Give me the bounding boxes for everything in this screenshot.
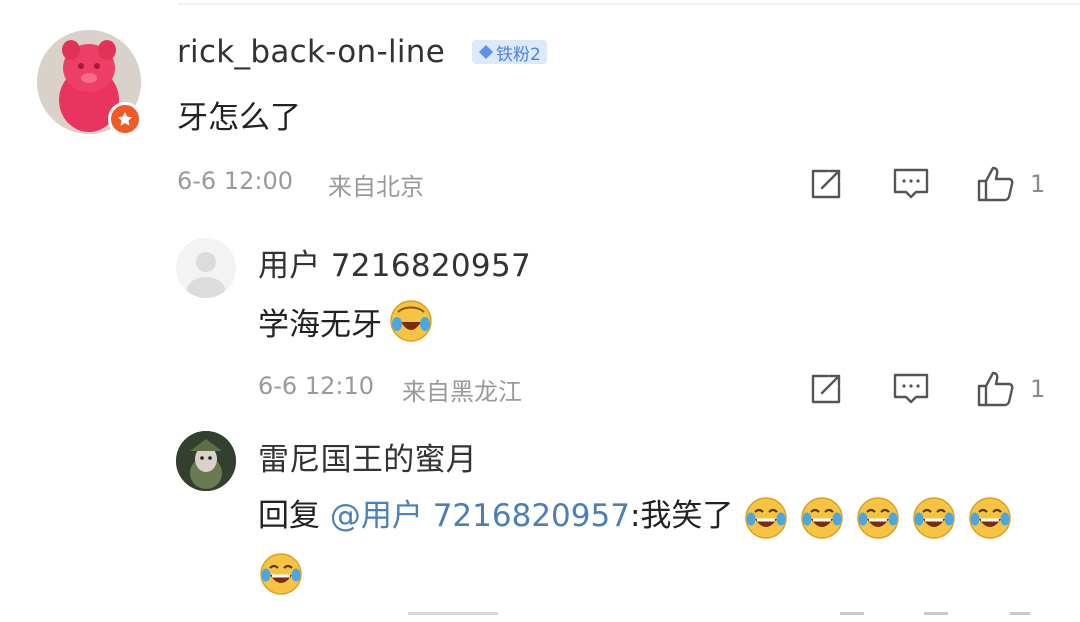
comment-username[interactable]: rick_back-on-line <box>177 34 445 70</box>
divider <box>178 3 1080 5</box>
thumbs-up-icon[interactable] <box>976 369 1016 409</box>
avatar-image <box>176 431 236 491</box>
mention-link[interactable]: @用户 7216820957 <box>330 498 630 534</box>
avatar[interactable] <box>176 431 236 491</box>
thumbs-up-icon[interactable] <box>976 164 1016 204</box>
verified-badge-icon <box>108 102 142 136</box>
like-count: 1 <box>1030 375 1046 403</box>
laughing-tears-emoji <box>911 495 957 541</box>
laughing-tears-emoji <box>855 495 901 541</box>
badge-label: 铁粉2 <box>496 44 541 65</box>
cut-off-meta-row <box>258 612 1078 622</box>
comment-time: 6-6 12:00 <box>177 167 293 195</box>
reply-username[interactable]: 用户 7216820957 <box>258 240 531 285</box>
reply-text: 学海无牙 <box>258 298 434 344</box>
reply-text-content: :我笑了 <box>629 498 734 534</box>
avatar-default[interactable] <box>176 238 236 298</box>
default-user-icon <box>176 238 236 298</box>
laughing-tears-emoji <box>967 495 1013 541</box>
laughing-tears-emoji <box>258 551 304 597</box>
comment-icon[interactable] <box>892 166 929 202</box>
diamond-icon <box>479 45 493 59</box>
laughing-tears-emoji <box>743 495 789 541</box>
reply-text-content: 学海无牙 <box>258 306 382 343</box>
reply-time: 6-6 12:10 <box>258 372 374 400</box>
comment-icon[interactable] <box>892 371 929 407</box>
like-count: 1 <box>1030 170 1046 198</box>
reply-location: 来自黑龙江 <box>402 378 522 406</box>
share-icon[interactable] <box>808 371 844 407</box>
comment-text: 牙怎么了 <box>177 100 301 136</box>
reply-text: 回复 @用户 7216820957:我笑了 <box>258 488 1038 600</box>
laughing-tears-emoji <box>799 495 845 541</box>
fan-badge: 铁粉2 <box>472 40 547 65</box>
share-icon[interactable] <box>808 166 844 202</box>
crying-laughing-emoji <box>388 298 434 344</box>
comment-location: 来自北京 <box>328 173 424 201</box>
reply-prefix: 回复 <box>258 498 320 534</box>
reply-username[interactable]: 雷尼国王的蜜月 <box>258 434 477 479</box>
